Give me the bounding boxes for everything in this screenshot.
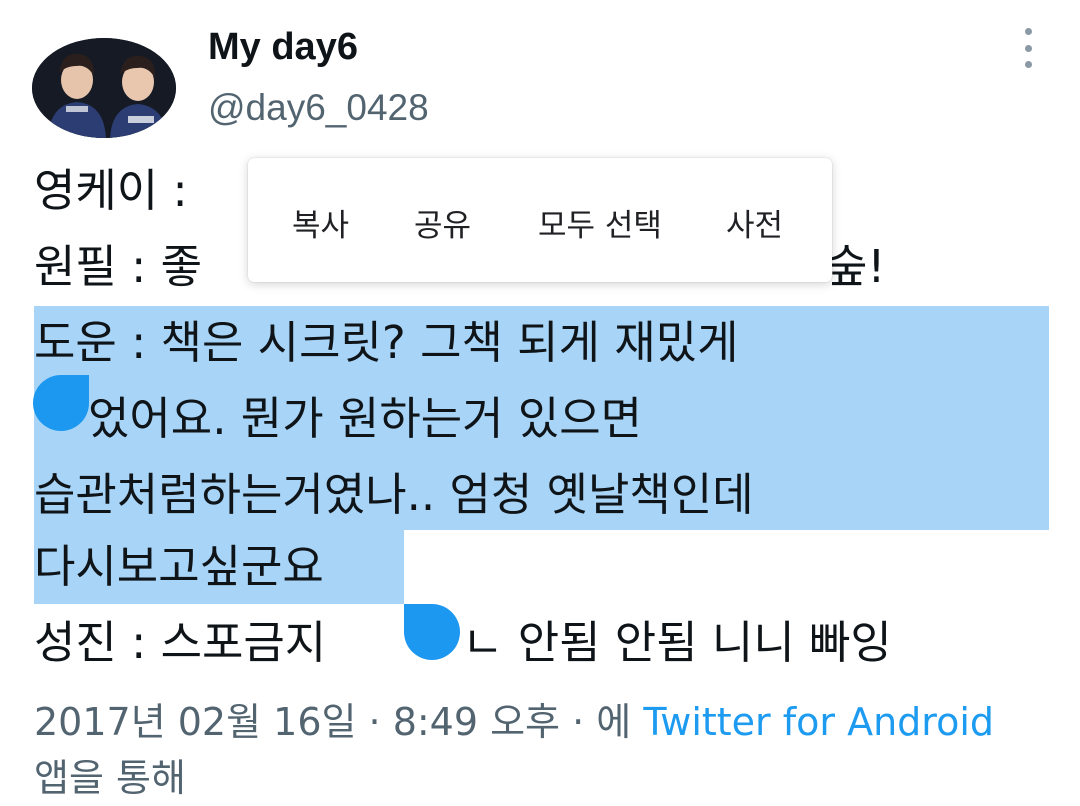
tweet-line-tail: 숲! <box>826 240 886 293</box>
tweet-line: ㄴ 안됨 안됨 니니 빠잉 <box>462 616 892 669</box>
source-app-link[interactable]: Twitter for Android <box>643 700 994 744</box>
share-menu-item[interactable]: 공유 <box>414 200 471 245</box>
tweet-line: 습관처럼하는거였나.. 엄청 옛날책인데 <box>34 468 754 521</box>
tweet-timestamp[interactable]: 2017년 02월 16일 · 8:49 오후 · 에 <box>34 700 643 744</box>
selection-end-handle[interactable] <box>404 604 460 660</box>
dictionary-menu-item[interactable]: 사전 <box>726 200 783 245</box>
tweet-line: 영케이 : <box>34 164 188 217</box>
tweet-line: 다시보고싶군요 <box>34 540 324 593</box>
tweet-line: 도운 : 책은 시크릿? 그책 되게 재밌게 <box>34 316 739 369</box>
text-selection-menu: 복사 공유 모두 선택 사전 <box>248 158 832 282</box>
copy-menu-item[interactable]: 복사 <box>292 200 349 245</box>
tweet-metadata: 2017년 02월 16일 · 8:49 오후 · 에 Twitter for … <box>34 694 1044 806</box>
selection-start-handle[interactable] <box>33 375 89 431</box>
tweet-line: 성진 : 스포금지 <box>34 616 327 669</box>
tweet-line: 었어요. 뭔가 원하는거 있으면 <box>88 392 643 445</box>
tweet-line: 원필 : 좋 <box>34 240 202 293</box>
select-all-menu-item[interactable]: 모두 선택 <box>538 200 662 245</box>
tweet-text[interactable]: 영케이 : 원필 : 좋 숲! 도운 : 책은 시크릿? 그책 되게 재밌게 었… <box>0 0 1080 800</box>
source-suffix: 앱을 통해 <box>34 756 186 800</box>
